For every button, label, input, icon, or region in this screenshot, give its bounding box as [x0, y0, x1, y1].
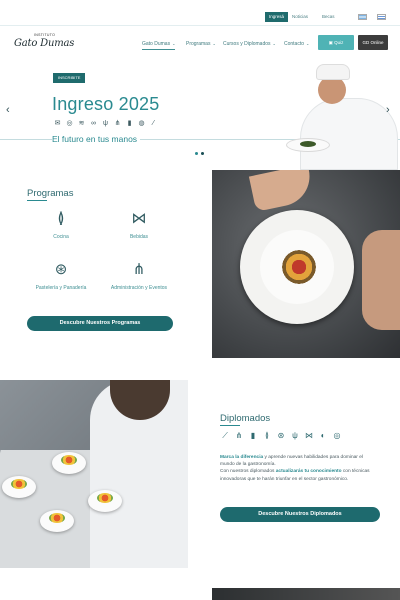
diploma-icon: ψ: [292, 431, 298, 440]
nav-gato-dumas[interactable]: Gato Dumas ⌄: [142, 39, 176, 50]
descubre-programas-button[interactable]: Descubre Nuestros Programas: [27, 316, 173, 331]
inscribite-badge[interactable]: INSCRIBITE: [53, 73, 86, 83]
title-underline: [27, 200, 47, 201]
network-icon: ⋔: [132, 261, 146, 278]
carousel-next-icon[interactable]: ›: [386, 104, 390, 116]
nav-contacto[interactable]: Contacto ⌄: [284, 39, 309, 49]
program-icon: ◍: [138, 120, 145, 127]
paragraph: Con nuestros diplomados actualizarás tu …: [220, 468, 378, 482]
quiz-button[interactable]: ▣ Quiz: [318, 35, 354, 50]
diplomados-icons: ⟋ ⋔ ▮ ≬ ⊛ ψ ⋈ ◐ ◎: [220, 430, 342, 442]
dessert: [2, 476, 36, 498]
program-icon: ◎: [66, 120, 73, 127]
diplomados-description: Marca la diferencia y aprende nuevas hab…: [220, 454, 378, 483]
descubre-diplomados-button[interactable]: Descubre Nuestros Diplomados: [220, 507, 380, 522]
diploma-icon: ⟋: [222, 431, 228, 440]
program-pasteleria[interactable]: ⊛ Pastelería y Panadería: [21, 261, 101, 291]
program-icon: ≋: [78, 120, 85, 127]
diploma-icon: ⊛: [277, 431, 285, 440]
carousel-dot-active[interactable]: [201, 152, 204, 155]
logo[interactable]: INSTITUTO Gato Dumas: [14, 33, 74, 57]
program-icon: ▮: [127, 120, 132, 127]
diploma-icon: ◐: [320, 431, 326, 440]
highlight: Marca la diferencia: [220, 455, 264, 460]
hero-subtitle: El futuro en tus manos: [52, 134, 141, 144]
program-icon: ∞: [91, 120, 96, 127]
paragraph: Marca la diferencia y aprende nuevas hab…: [220, 454, 378, 468]
chef-hat: [316, 64, 350, 80]
diploma-icon: ◎: [333, 431, 341, 440]
hand: [248, 170, 316, 212]
diploma-icon: ⋔: [235, 431, 243, 440]
diploma-icon: ▮: [250, 431, 256, 440]
chevron-down-icon: ⌄: [172, 41, 176, 46]
top-utility-bar: Ingresá Noticias Becas: [0, 0, 400, 26]
plated-dish-photo: [212, 170, 400, 358]
uruguay-flag-icon[interactable]: [377, 14, 386, 20]
main-header: INSTITUTO Gato Dumas Gato Dumas ⌄ Program…: [0, 26, 400, 64]
nav-label: Contacto: [284, 41, 305, 47]
quiz-label: Quiz: [334, 40, 344, 45]
argentina-flag-icon[interactable]: [358, 14, 367, 20]
ingresa-button[interactable]: Ingresá: [265, 12, 289, 22]
dessert: [52, 452, 86, 474]
logo-name: Gato Dumas: [14, 38, 75, 49]
carousel-dot[interactable]: [195, 152, 198, 155]
diplomados-title: Diplomados: [220, 413, 271, 424]
program-administracion[interactable]: ⋔ Administración y Eventos: [99, 261, 179, 291]
dessert: [88, 490, 122, 512]
nav-cursos-diplomados[interactable]: Cursos y Diplomados ⌄: [223, 39, 276, 49]
diplomados-section: Diplomados ⟋ ⋔ ▮ ≬ ⊛ ψ ⋈ ◐ ◎ Marca la di…: [188, 380, 400, 568]
chevron-down-icon: ⌄: [306, 41, 310, 46]
carousel-prev-icon[interactable]: ‹: [6, 104, 10, 116]
hero-program-icons: ✉ ◎ ≋ ∞ ψ ⋔ ▮ ◍ ⁄: [53, 119, 158, 129]
becas-link[interactable]: Becas: [322, 13, 335, 21]
chevron-down-icon: ⌄: [212, 41, 216, 46]
carousel-dots: [195, 152, 204, 155]
chef-plating-photo: [0, 380, 188, 568]
logo-instituto: INSTITUTO: [34, 33, 56, 37]
programas-section: Programas ≬ Cocina ⋈ Bebidas ⊛ Pastelerí…: [0, 170, 212, 360]
next-section-photo: [212, 588, 400, 600]
whisk-icon: ≬: [57, 210, 65, 227]
noticias-link[interactable]: Noticias: [292, 13, 308, 21]
chevron-down-icon: ⌄: [272, 41, 276, 46]
programas-title: Programas: [27, 188, 74, 199]
program-icon: ⋔: [114, 120, 121, 127]
text: Con nuestros diplomados: [220, 469, 276, 475]
dish: [282, 250, 316, 284]
program-label: Pastelería y Panadería: [35, 285, 87, 291]
highlight: actualizarás tu conocimiento: [275, 469, 342, 475]
diploma-icon: ≬: [265, 431, 269, 440]
nav-programas[interactable]: Programas ⌄: [186, 39, 216, 49]
chef-photo: [280, 64, 400, 170]
program-icon: ψ: [103, 120, 108, 127]
program-label: Administración y Eventos: [110, 285, 168, 291]
nav-label: Cursos y Diplomados: [223, 41, 271, 47]
chef-coat: [300, 98, 398, 170]
diploma-icon: ⋈: [305, 431, 313, 440]
program-label: Cocina: [53, 234, 69, 240]
wheat-icon: ⊛: [54, 261, 68, 278]
program-bebidas[interactable]: ⋈ Bebidas: [99, 210, 179, 240]
hero-banner: INSCRIBITE Ingreso 2025 ✉ ◎ ≋ ∞ ψ ⋔ ▮ ◍ …: [0, 64, 400, 170]
dessert: [40, 510, 74, 532]
program-label: Bebidas: [129, 234, 149, 240]
program-icon: ✉: [54, 120, 61, 127]
hero-title: Ingreso 2025: [52, 94, 160, 114]
nav-label: Gato Dumas: [142, 41, 171, 47]
title-underline: [220, 425, 240, 426]
gd-online-button[interactable]: GD Online: [358, 35, 388, 50]
drinks-icon: ⋈: [131, 210, 147, 227]
program-cocina[interactable]: ≬ Cocina: [21, 210, 101, 240]
chef-food: [300, 141, 316, 147]
tattooed-arm: [362, 230, 400, 330]
chef-face: [318, 76, 346, 104]
nav-label: Programas: [186, 41, 211, 47]
program-icon: ⁄: [152, 120, 155, 127]
